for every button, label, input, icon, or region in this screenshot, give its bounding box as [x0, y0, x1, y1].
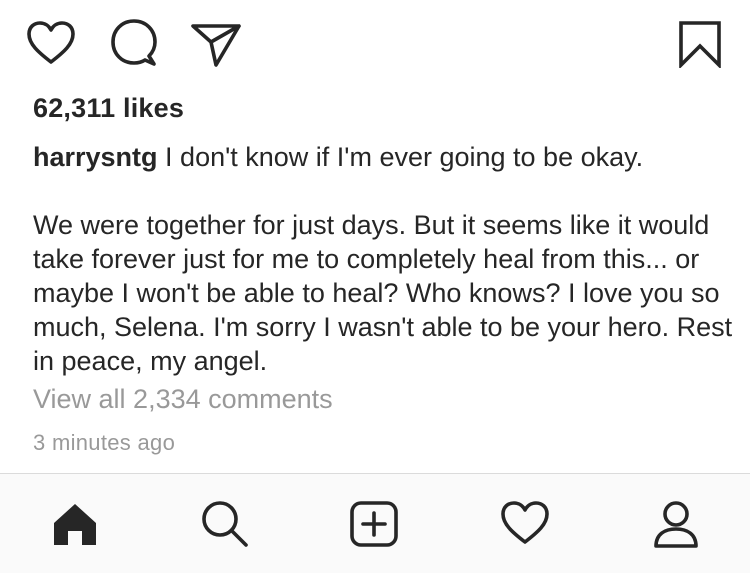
tab-new-post[interactable] [349, 500, 399, 548]
save-button[interactable] [678, 20, 722, 68]
post-action-bar [0, 0, 750, 90]
post-caption: harrysntg I don't know if I'm ever going… [33, 140, 733, 378]
heart-icon [27, 21, 75, 64]
comment-bubble-icon [111, 19, 157, 66]
tab-activity[interactable] [500, 500, 550, 546]
bottom-tab-bar [0, 473, 750, 573]
new-post-icon [350, 501, 398, 547]
activity-heart-icon [501, 501, 549, 544]
tab-home[interactable] [52, 501, 98, 547]
caption-text: I don't know if I'm ever going to be oka… [33, 142, 733, 376]
tab-search[interactable] [200, 500, 250, 548]
comment-button[interactable] [110, 18, 158, 68]
search-icon [202, 501, 248, 547]
home-icon [54, 504, 96, 545]
view-all-comments-link[interactable]: View all 2,334 comments [33, 384, 333, 415]
tab-profile[interactable] [653, 500, 699, 550]
caption-username[interactable]: harrysntg [33, 142, 158, 172]
bookmark-icon [679, 21, 721, 68]
post-timestamp: 3 minutes ago [33, 430, 176, 455]
like-button[interactable] [26, 20, 76, 66]
paper-plane-icon [191, 24, 241, 67]
share-button[interactable] [190, 22, 242, 68]
profile-icon [654, 501, 698, 548]
likes-count[interactable]: 62,311 likes [33, 93, 184, 124]
